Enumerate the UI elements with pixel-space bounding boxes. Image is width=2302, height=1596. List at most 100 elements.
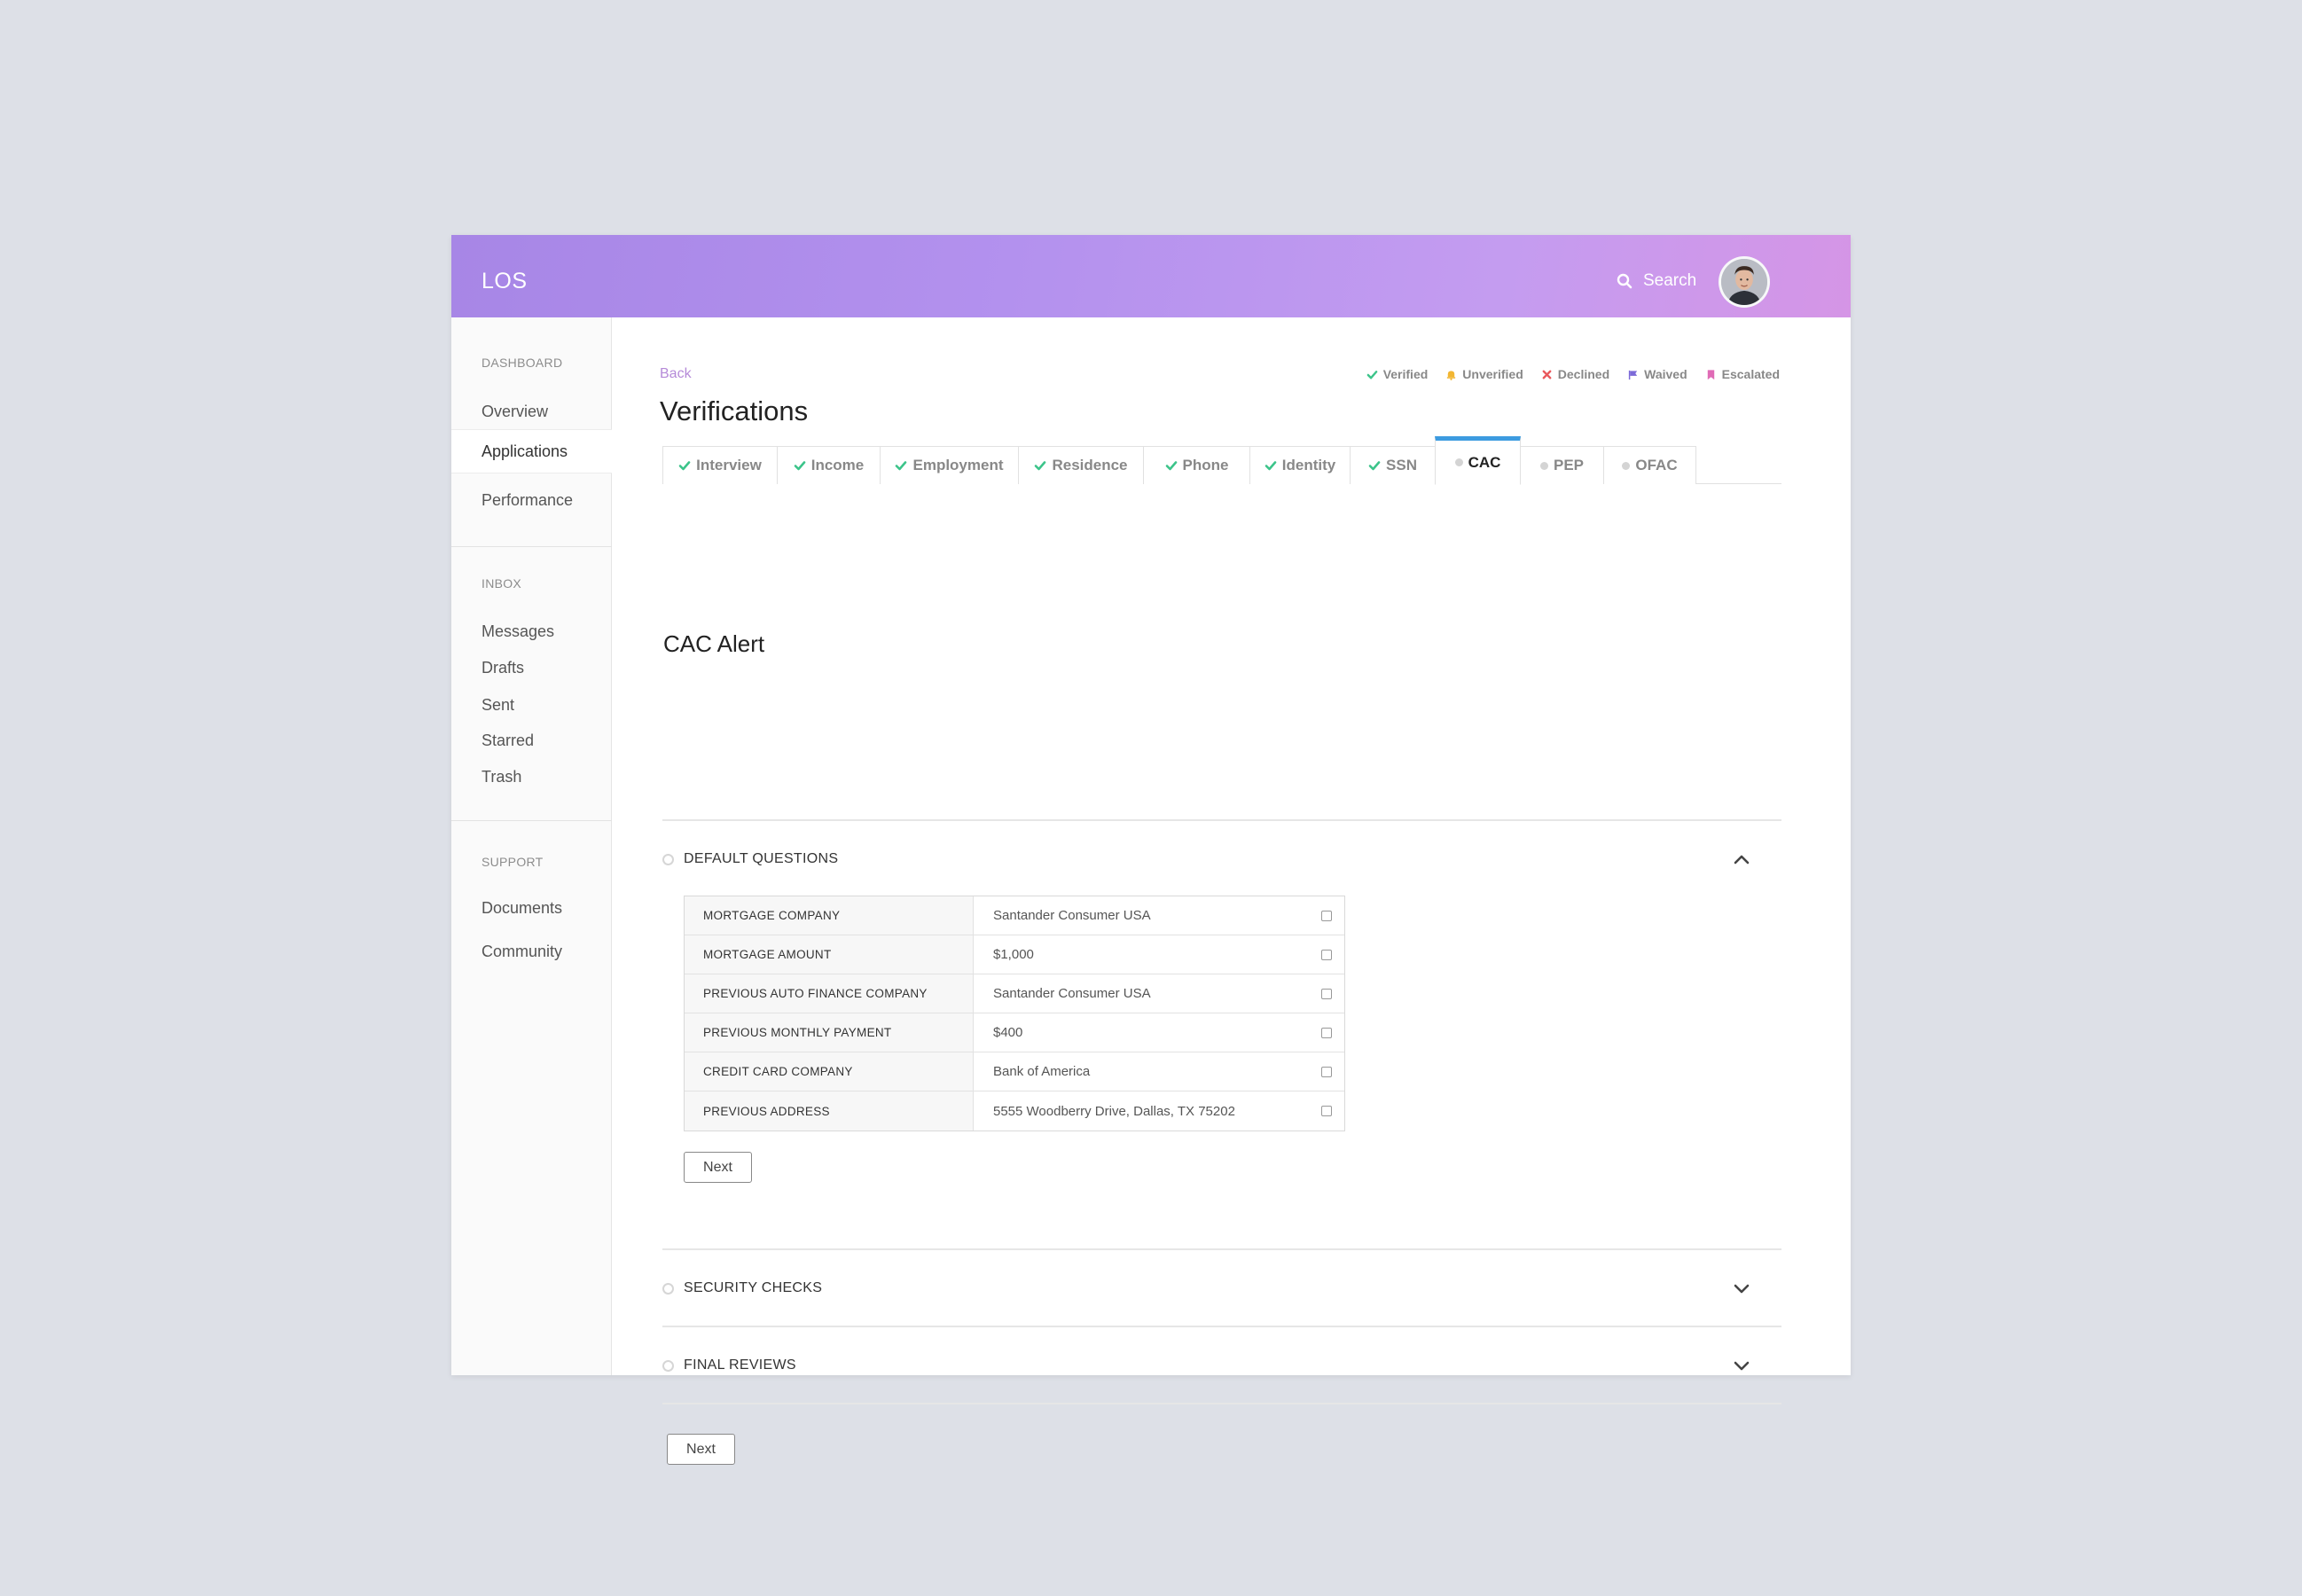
tab-label: PEP <box>1553 457 1585 473</box>
app-window: LOS Search DASHBOARD Overview Applicatio… <box>451 235 1851 1465</box>
sidebar-item-documents[interactable]: Documents <box>482 899 562 918</box>
question-label: PREVIOUS ADDRESS <box>685 1091 974 1130</box>
tab-ssn[interactable]: SSN <box>1350 446 1436 484</box>
search-icon <box>1617 273 1633 289</box>
accordion-label: DEFAULT QUESTIONS <box>684 851 839 866</box>
question-value: Santander Consumer USA <box>974 974 1344 1013</box>
sidebar-heading-support: SUPPORT <box>482 855 544 869</box>
status-circle-icon <box>662 1282 674 1295</box>
question-value: 5555 Woodberry Drive, Dallas, TX 75202 <box>974 1091 1344 1130</box>
tab-identity[interactable]: Identity <box>1249 446 1351 484</box>
tab-cac[interactable]: CAC <box>1435 436 1521 485</box>
pending-dot-icon <box>1539 461 1548 470</box>
sidebar-heading-inbox: INBOX <box>482 576 522 591</box>
check-icon <box>1265 461 1277 471</box>
tab-label: Employment <box>912 457 1004 473</box>
bookmark-icon <box>1707 369 1714 379</box>
sidebar-item-starred[interactable]: Starred <box>482 732 534 750</box>
question-label: PREVIOUS MONTHLY PAYMENT <box>685 1013 974 1052</box>
legend-label: Waived <box>1644 367 1687 381</box>
chevron-up-icon[interactable] <box>1734 854 1750 864</box>
section-divider <box>662 1326 1781 1327</box>
section-divider <box>662 1248 1781 1250</box>
row-checkbox[interactable] <box>1321 1027 1332 1038</box>
sidebar-item-performance[interactable]: Performance <box>482 491 573 510</box>
sidebar-item-trash[interactable]: Trash <box>482 768 521 786</box>
sidebar-item-messages[interactable]: Messages <box>482 622 554 641</box>
verification-tabs: Interview Income Employment Residence Ph… <box>662 436 1781 485</box>
legend-declined: Declined <box>1541 367 1609 381</box>
accordion-default-questions[interactable]: DEFAULT QUESTIONS <box>662 841 1781 877</box>
sidebar-item-applications[interactable]: Applications <box>451 429 612 473</box>
table-row: PREVIOUS AUTO FINANCE COMPANY Santander … <box>685 974 1344 1013</box>
legend-waived: Waived <box>1627 367 1687 381</box>
check-icon <box>678 461 691 471</box>
table-row: PREVIOUS MONTHLY PAYMENT $400 <box>685 1013 1344 1052</box>
tab-label: Income <box>810 457 865 473</box>
tab-phone[interactable]: Phone <box>1143 446 1250 484</box>
sidebar-item-sent[interactable]: Sent <box>482 696 514 715</box>
sidebar-item-community[interactable]: Community <box>482 943 562 961</box>
table-row: MORTGAGE COMPANY Santander Consumer USA <box>685 896 1344 935</box>
tab-label: OFAC <box>1635 457 1678 473</box>
question-value: Bank of America <box>974 1052 1344 1091</box>
flag-icon <box>1628 370 1638 379</box>
sidebar: DASHBOARD Overview Applications Performa… <box>451 317 612 1375</box>
chevron-down-icon[interactable] <box>1734 1360 1750 1371</box>
row-checkbox[interactable] <box>1321 988 1332 999</box>
check-icon <box>1165 461 1177 471</box>
row-checkbox[interactable] <box>1321 1106 1332 1116</box>
row-checkbox[interactable] <box>1321 1066 1332 1077</box>
tab-label: Interview <box>696 457 762 473</box>
tab-label: Residence <box>1052 457 1128 473</box>
section-title: CAC Alert <box>663 630 765 657</box>
section-divider <box>662 1403 1781 1404</box>
check-icon <box>896 461 907 471</box>
next-button[interactable]: Next <box>667 1434 735 1465</box>
chevron-down-icon[interactable] <box>1734 1283 1750 1294</box>
check-icon <box>794 461 806 471</box>
answer-text: $400 <box>993 1025 1023 1040</box>
question-value: $400 <box>974 1013 1344 1052</box>
search-control[interactable]: Search <box>1617 271 1696 291</box>
question-label: MORTGAGE AMOUNT <box>685 935 974 974</box>
tab-pep[interactable]: PEP <box>1520 446 1604 484</box>
tab-residence[interactable]: Residence <box>1018 446 1144 484</box>
section-divider <box>662 819 1781 821</box>
table-row: MORTGAGE AMOUNT $1,000 <box>685 935 1344 974</box>
row-checkbox[interactable] <box>1321 910 1332 921</box>
legend-label: Escalated <box>1721 367 1780 381</box>
accordion-final-reviews[interactable]: FINAL REVIEWS <box>662 1348 1781 1383</box>
row-checkbox[interactable] <box>1321 949 1332 960</box>
user-avatar[interactable] <box>1719 256 1770 308</box>
accordion-label: FINAL REVIEWS <box>684 1357 796 1373</box>
next-button-questions[interactable]: Next <box>684 1152 752 1183</box>
tab-interview[interactable]: Interview <box>662 446 778 484</box>
tab-label: Phone <box>1182 457 1229 473</box>
main-content: Back Verifications Verified Unverified D… <box>612 317 1851 1465</box>
accordion-label: SECURITY CHECKS <box>684 1280 823 1295</box>
x-icon <box>1542 370 1552 379</box>
tab-employment[interactable]: Employment <box>880 446 1019 484</box>
pending-dot-icon <box>1454 458 1463 466</box>
sidebar-divider <box>451 820 612 821</box>
answer-text: 5555 Woodberry Drive, Dallas, TX 75202 <box>993 1103 1235 1119</box>
answer-text: Bank of America <box>993 1064 1091 1079</box>
check-icon <box>1366 370 1378 379</box>
question-label: CREDIT CARD COMPANY <box>685 1052 974 1091</box>
back-link[interactable]: Back <box>660 366 692 382</box>
sidebar-item-drafts[interactable]: Drafts <box>482 659 524 677</box>
question-label: MORTGAGE COMPANY <box>685 896 974 935</box>
check-icon <box>1368 461 1381 471</box>
legend-label: Declined <box>1557 367 1610 381</box>
tab-ofac[interactable]: OFAC <box>1603 446 1696 484</box>
sidebar-item-overview[interactable]: Overview <box>482 403 548 421</box>
search-label: Search <box>1643 271 1697 290</box>
tab-income[interactable]: Income <box>777 446 881 484</box>
tab-label: SSN <box>1386 457 1417 473</box>
accordion-security-checks[interactable]: SECURITY CHECKS <box>662 1271 1781 1306</box>
app-logo[interactable]: LOS <box>482 269 528 294</box>
table-row: PREVIOUS ADDRESS 5555 Woodberry Drive, D… <box>685 1091 1344 1130</box>
sidebar-heading-dashboard: DASHBOARD <box>482 356 563 370</box>
legend-label: Verified <box>1382 367 1429 381</box>
